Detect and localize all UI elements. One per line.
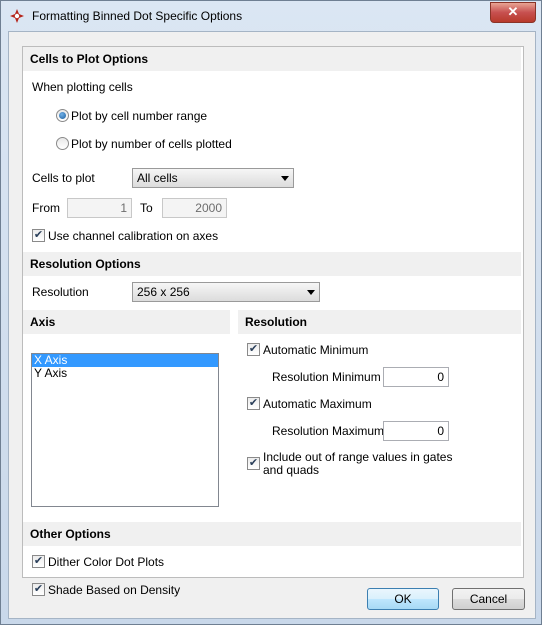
checkmark-icon: ✔: [33, 583, 44, 595]
cancel-button[interactable]: Cancel: [452, 588, 525, 610]
title-bar[interactable]: Formatting Binned Dot Specific Options ✕: [1, 1, 541, 31]
app-logo-icon: [10, 9, 24, 23]
close-button[interactable]: ✕: [490, 2, 536, 23]
include-out-of-range-checkbox[interactable]: ✔: [247, 457, 260, 470]
automatic-minimum-label[interactable]: Automatic Minimum: [263, 343, 368, 357]
checkmark-icon: ✔: [248, 457, 259, 469]
resolution-minimum-input[interactable]: 0: [383, 367, 449, 387]
include-out-of-range-label-line2[interactable]: and quads: [263, 463, 319, 477]
section-header-cells: Cells to Plot Options: [23, 47, 521, 71]
checkmark-icon: ✔: [248, 343, 259, 355]
cells-to-plot-value: All cells: [137, 171, 178, 185]
section-header-resolution: Resolution: [238, 310, 521, 334]
dither-label[interactable]: Dither Color Dot Plots: [48, 555, 164, 569]
when-plotting-label: When plotting cells: [32, 80, 133, 94]
list-item-y-axis[interactable]: Y Axis: [32, 367, 218, 380]
section-header-axis: Axis: [23, 310, 230, 334]
shade-density-label[interactable]: Shade Based on Density: [48, 583, 180, 597]
automatic-maximum-checkbox[interactable]: ✔: [247, 397, 260, 410]
to-label: To: [140, 201, 153, 215]
section-header-resolution-options: Resolution Options: [23, 252, 521, 276]
radio-plot-by-range[interactable]: [56, 109, 69, 122]
ok-button[interactable]: OK: [367, 588, 439, 610]
radio-plot-by-range-label[interactable]: Plot by cell number range: [71, 109, 207, 123]
checkmark-icon: ✔: [33, 555, 44, 567]
dialog-body: Cells to Plot Options When plotting cell…: [8, 31, 536, 619]
resolution-dropdown[interactable]: 256 x 256: [132, 282, 320, 302]
channel-calibration-label[interactable]: Use channel calibration on axes: [48, 229, 218, 243]
close-icon: ✕: [507, 4, 519, 19]
automatic-maximum-label[interactable]: Automatic Maximum: [263, 397, 372, 411]
resolution-label: Resolution: [32, 285, 89, 299]
radio-plot-by-count-label[interactable]: Plot by number of cells plotted: [71, 137, 232, 151]
include-out-of-range-label-line1[interactable]: Include out of range values in gates: [263, 450, 452, 464]
axis-listbox[interactable]: X Axis Y Axis: [31, 353, 219, 507]
dither-checkbox[interactable]: ✔: [32, 555, 45, 568]
cells-to-plot-dropdown[interactable]: All cells: [132, 168, 294, 188]
cells-to-plot-label: Cells to plot: [32, 171, 95, 185]
checkmark-icon: ✔: [33, 229, 44, 241]
options-panel: Cells to Plot Options When plotting cell…: [22, 46, 524, 578]
resolution-maximum-input[interactable]: 0: [383, 421, 449, 441]
resolution-value: 256 x 256: [137, 285, 190, 299]
channel-calibration-checkbox[interactable]: ✔: [32, 229, 45, 242]
section-header-other: Other Options: [23, 522, 521, 546]
shade-density-checkbox[interactable]: ✔: [32, 583, 45, 596]
radio-plot-by-count[interactable]: [56, 137, 69, 150]
window-title: Formatting Binned Dot Specific Options: [32, 9, 243, 23]
from-input[interactable]: 1: [67, 198, 132, 218]
to-input[interactable]: 2000: [162, 198, 227, 218]
from-label: From: [32, 201, 60, 215]
checkmark-icon: ✔: [248, 397, 259, 409]
resolution-minimum-label: Resolution Minimum: [272, 370, 381, 384]
resolution-maximum-label: Resolution Maximum: [272, 424, 385, 438]
chevron-down-icon: [307, 290, 315, 295]
dialog-window: Formatting Binned Dot Specific Options ✕…: [0, 0, 542, 625]
chevron-down-icon: [281, 176, 289, 181]
automatic-minimum-checkbox[interactable]: ✔: [247, 343, 260, 356]
